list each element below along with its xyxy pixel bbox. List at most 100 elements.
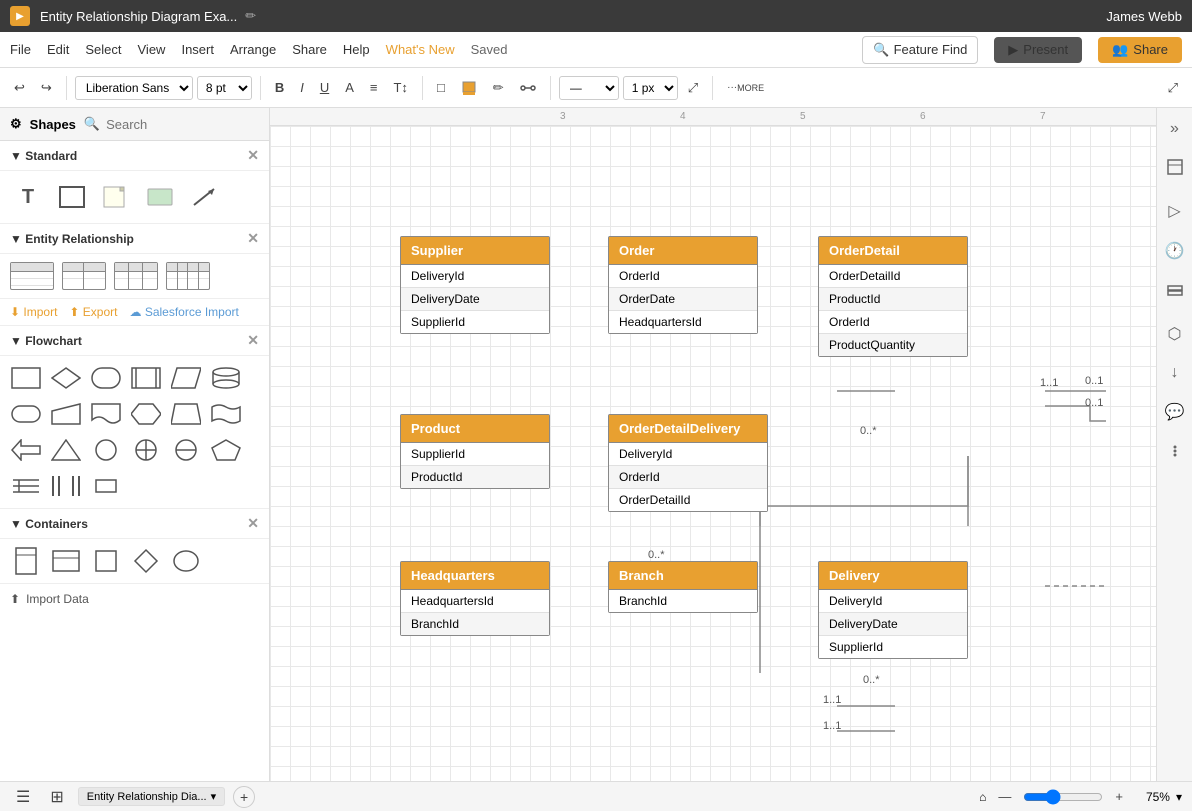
play-right-icon[interactable]: ▷ [1164,197,1184,225]
fc-double-bar[interactable] [50,472,82,500]
export-button[interactable]: ⬆ Export [69,305,117,319]
entity-product[interactable]: Product SupplierId ProductId [400,414,550,489]
fc-cylinder[interactable] [210,364,242,392]
download-icon[interactable]: ↓ [1167,360,1183,386]
arrow-shape[interactable] [186,179,222,215]
entity-order-detail[interactable]: OrderDetail OrderDetailId ProductId Orde… [818,236,968,357]
er-shape-2[interactable] [62,262,106,290]
format-icon[interactable] [1162,154,1188,185]
section-containers[interactable]: ▼ Containers ✕ [0,509,269,539]
note-shape[interactable] [98,179,134,215]
search-input[interactable] [106,117,270,132]
menu-file[interactable]: File [10,42,31,57]
home-icon[interactable]: ⌂ [979,790,986,804]
font-size-select[interactable]: 8 pt [197,76,252,100]
menu-insert[interactable]: Insert [181,42,214,57]
menu-whats-new[interactable]: What's New [386,42,455,57]
fc-diamond[interactable] [50,364,82,392]
entity-headquarters[interactable]: Headquarters HeadquartersId BranchId [400,561,550,636]
fullscreen-button[interactable]: ⤢ [1162,76,1184,100]
fc-xor[interactable] [170,436,202,464]
ct-rect[interactable] [90,547,122,575]
line-color-button[interactable]: ✏ [487,76,510,100]
fc-begin-end[interactable] [10,400,42,428]
fc-manual-input[interactable] [50,400,82,428]
menu-view[interactable]: View [138,42,166,57]
section-flowchart[interactable]: ▼ Flowchart ✕ [0,326,269,356]
fc-arrow-left[interactable] [10,436,42,464]
ct-diamond[interactable] [130,547,162,575]
section-standard[interactable]: ▼ Standard ✕ [0,141,269,171]
entity-order[interactable]: Order OrderId OrderDate HeadquartersId [608,236,758,334]
font-family-select[interactable]: Liberation Sans [75,76,193,100]
add-page-button[interactable]: + [233,786,255,808]
fc-cross-circle[interactable] [130,436,162,464]
import-data-button[interactable]: ⬆ Import Data [0,583,269,614]
feature-find-button[interactable]: 🔍 Feature Find [862,36,978,64]
close-containers-icon[interactable]: ✕ [247,515,259,532]
fc-circle[interactable] [90,436,122,464]
color-rect-shape[interactable] [142,179,178,215]
extras-icon[interactable] [1162,438,1188,469]
layers-icon[interactable] [1162,277,1188,308]
undo-button[interactable]: ↩ [8,76,31,100]
menu-share[interactable]: Share [292,42,327,57]
hexagon-icon[interactable]: ⬡ [1164,320,1186,348]
zoom-in-button[interactable]: + [1109,785,1129,808]
zoom-dropdown-icon[interactable]: ▾ [1176,790,1182,804]
close-standard-icon[interactable]: ✕ [247,147,259,164]
fc-parallelogram[interactable] [170,364,202,392]
list-view-button[interactable]: ☰ [10,783,36,811]
page-tab[interactable]: Entity Relationship Dia... ▾ [78,787,225,806]
ct-ellipse[interactable] [170,547,202,575]
salesforce-import-button[interactable]: ☁ Salesforce Import [129,305,238,319]
align-button[interactable]: ≡ [364,76,384,99]
fill-button[interactable]: □ [431,76,451,99]
connection-style-button[interactable] [514,76,542,100]
more-button[interactable]: ···MORE [721,78,770,97]
underline-button[interactable]: U [314,76,335,99]
fc-tape[interactable] [210,400,242,428]
menu-help[interactable]: Help [343,42,370,57]
comment-icon[interactable]: 💬 [1161,398,1189,426]
ct-list[interactable] [10,547,42,575]
present-button[interactable]: ▶ Present [994,37,1082,63]
connection-end-button[interactable]: ⤢ [682,76,704,100]
gear-icon[interactable]: ⚙ [10,116,22,132]
fc-list[interactable] [10,472,42,500]
text-shape[interactable]: T [10,179,46,215]
zoom-out-button[interactable]: — [992,785,1017,808]
bold-button[interactable]: B [269,76,290,99]
menu-arrange[interactable]: Arrange [230,42,276,57]
zoom-slider[interactable] [1023,789,1103,805]
share-button[interactable]: 👥 Share [1098,37,1182,63]
close-er-icon[interactable]: ✕ [247,230,259,247]
entity-delivery[interactable]: Delivery DeliveryId DeliveryDate Supplie… [818,561,968,659]
er-shape-3[interactable] [114,262,158,290]
collapse-right-icon[interactable]: » [1166,116,1183,142]
fc-round-rect[interactable] [90,364,122,392]
ct-swimlane-h[interactable] [50,547,82,575]
grid-view-button[interactable]: ⊞ [44,783,69,811]
section-entity-relationship[interactable]: ▼ Entity Relationship ✕ [0,224,269,254]
text-dir-button[interactable]: T↕ [387,76,413,99]
import-button[interactable]: ⬇ Import [10,305,57,319]
fc-small-rect[interactable] [90,472,122,500]
fc-trapezoid[interactable] [170,400,202,428]
edit-title-icon[interactable]: ✏ [245,8,256,24]
er-shape-1[interactable] [10,262,54,290]
redo-button[interactable]: ↪ [35,76,58,100]
close-flowchart-icon[interactable]: ✕ [247,332,259,349]
entity-supplier[interactable]: Supplier DeliveryId DeliveryDate Supplie… [400,236,550,334]
fc-doc[interactable] [90,400,122,428]
fc-pentagon[interactable] [210,436,242,464]
canvas[interactable]: 1..1 0..1 0..1 1..* 0..* 0..* 1..* 1..* … [270,126,1156,781]
font-color-button[interactable]: A [339,76,360,99]
fc-hexagon[interactable] [130,400,162,428]
menu-edit[interactable]: Edit [47,42,69,57]
entity-branch[interactable]: Branch BranchId [608,561,758,613]
line-style-select[interactable]: — [559,76,619,100]
rect-shape[interactable] [54,179,90,215]
line-width-select[interactable]: 1 px [623,76,678,100]
fill-color-button[interactable] [455,76,483,100]
